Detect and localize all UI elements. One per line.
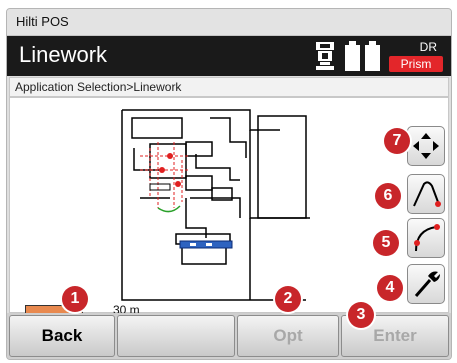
breadcrumb-text: Application Selection>Linework (15, 80, 182, 94)
callout-4: 4 (377, 275, 403, 301)
callout-1: 1 (62, 286, 88, 312)
window-titlebar: Hilti POS (7, 9, 451, 36)
callout-2: 2 (275, 286, 301, 312)
opt-button[interactable]: Opt (237, 315, 339, 357)
wrench-icon (414, 271, 440, 297)
curve-line-button[interactable] (407, 218, 445, 258)
callout-6: 6 (375, 183, 401, 209)
pan-view-button[interactable] (407, 126, 445, 166)
window-title: Hilti POS (16, 14, 69, 29)
callout-5: 5 (373, 230, 399, 256)
map-view[interactable]: 7 6 5 4 (9, 97, 449, 313)
breadcrumb: Application Selection>Linework (9, 77, 449, 97)
callout-3: 3 (348, 302, 374, 328)
back-button[interactable]: Back (9, 315, 115, 357)
target-status: DR Prism (389, 40, 443, 72)
device-screen: Hilti POS Linework DR Prism Application … (6, 8, 452, 360)
arc-line-button[interactable] (407, 174, 445, 214)
prism-badge: Prism (389, 56, 443, 72)
measure-mode-label: DR (419, 40, 437, 54)
softkey-bar: Back Opt Enter (7, 313, 451, 359)
callout-7: 7 (384, 128, 410, 154)
curve-icon (414, 224, 440, 252)
app-header: Linework DR Prism (7, 36, 451, 76)
pan-arrows-icon (413, 133, 439, 159)
arc-icon (413, 181, 441, 207)
page-title: Linework (19, 42, 108, 67)
empty-softkey[interactable] (117, 315, 235, 357)
battery-icon (345, 41, 380, 71)
total-station-icon (316, 42, 334, 70)
settings-tools-button[interactable] (407, 264, 445, 304)
